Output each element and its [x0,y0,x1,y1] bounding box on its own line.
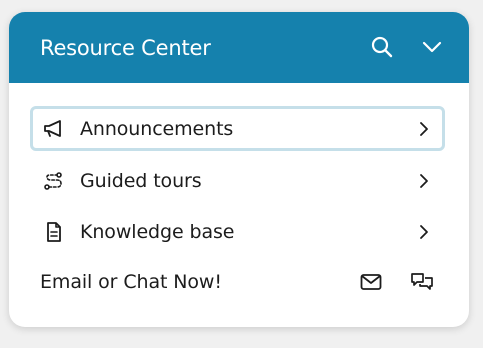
resource-center-header: Resource Center [9,12,469,83]
contact-label: Email or Chat Now! [40,271,222,293]
chat-icon [411,273,433,290]
route-icon [43,170,65,192]
guided-tours-item[interactable]: Guided tours [30,158,445,203]
email-button[interactable] [359,270,383,294]
chat-button[interactable] [410,270,434,294]
announcements-item[interactable]: Announcements [30,106,445,151]
chevron-right-icon [417,121,431,137]
resource-center-panel: Resource Center Announcements Guided tou… [9,12,469,327]
knowledge-base-item[interactable]: Knowledge base [30,209,445,254]
document-icon [43,221,65,243]
megaphone-icon [43,118,65,140]
chevron-down-icon [422,41,442,53]
chevron-right-icon [417,173,431,189]
search-icon [371,36,393,58]
header-title: Resource Center [40,35,211,60]
guided-tours-label: Guided tours [80,169,202,192]
announcements-label: Announcements [80,117,234,140]
email-icon [360,274,382,290]
chevron-right-icon [417,224,431,240]
collapse-button[interactable] [419,34,445,60]
search-button[interactable] [369,34,395,60]
knowledge-base-label: Knowledge base [80,220,235,243]
contact-row: Email or Chat Now! [40,262,440,302]
